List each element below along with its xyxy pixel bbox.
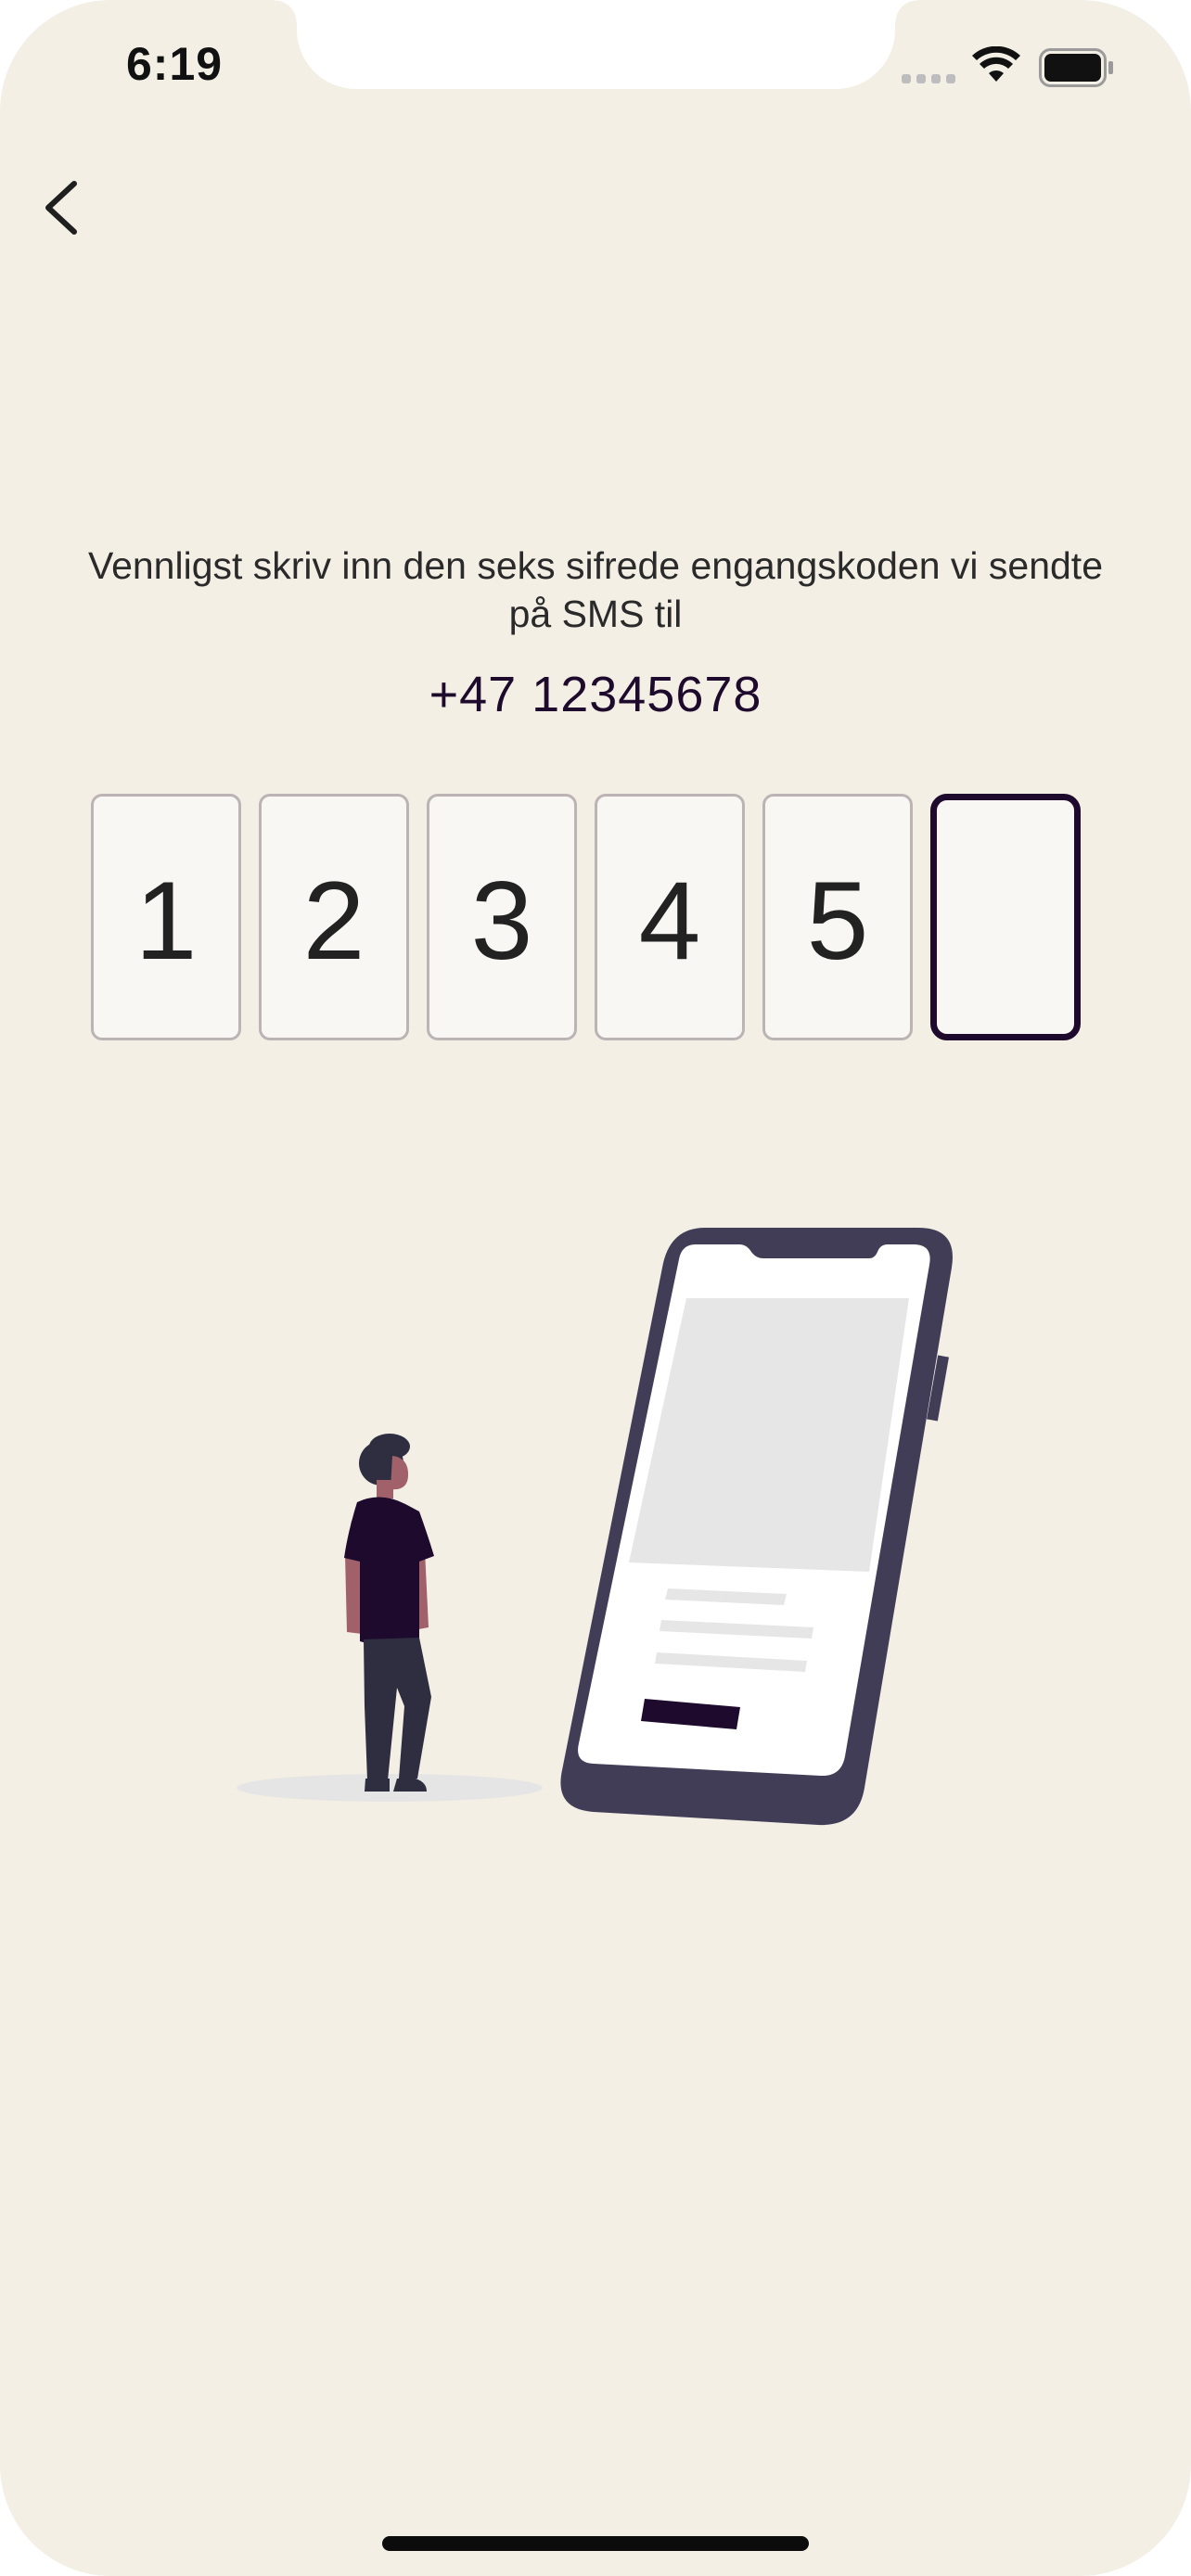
otp-screen: 6:19 Vennligst skriv inn den seks sifred… xyxy=(0,0,1191,2576)
chevron-left-icon xyxy=(45,181,77,235)
cellular-signal-icon xyxy=(902,74,955,83)
otp-digit-box[interactable]: 3 xyxy=(427,794,577,1040)
otp-code-input[interactable]: 1 2 3 4 5 xyxy=(91,794,1081,1040)
otp-digit-box[interactable]: 2 xyxy=(259,794,409,1040)
back-button[interactable] xyxy=(37,172,93,243)
status-time: 6:19 xyxy=(126,38,224,90)
wifi-icon xyxy=(972,46,1020,82)
phone-number: +47 12345678 xyxy=(429,667,762,722)
otp-digit-box[interactable]: 1 xyxy=(91,794,241,1040)
otp-digit-box[interactable]: 4 xyxy=(595,794,745,1040)
home-indicator[interactable] xyxy=(382,2536,809,2551)
phone-verification-illustration xyxy=(237,1228,953,1826)
instruction-text: Vennligst skriv inn den seks sifrede eng… xyxy=(87,544,1103,635)
otp-digit-box[interactable]: 5 xyxy=(762,794,913,1040)
device-notch xyxy=(275,0,917,89)
otp-digit-box-active[interactable] xyxy=(930,794,1081,1040)
battery-icon xyxy=(1039,48,1113,87)
